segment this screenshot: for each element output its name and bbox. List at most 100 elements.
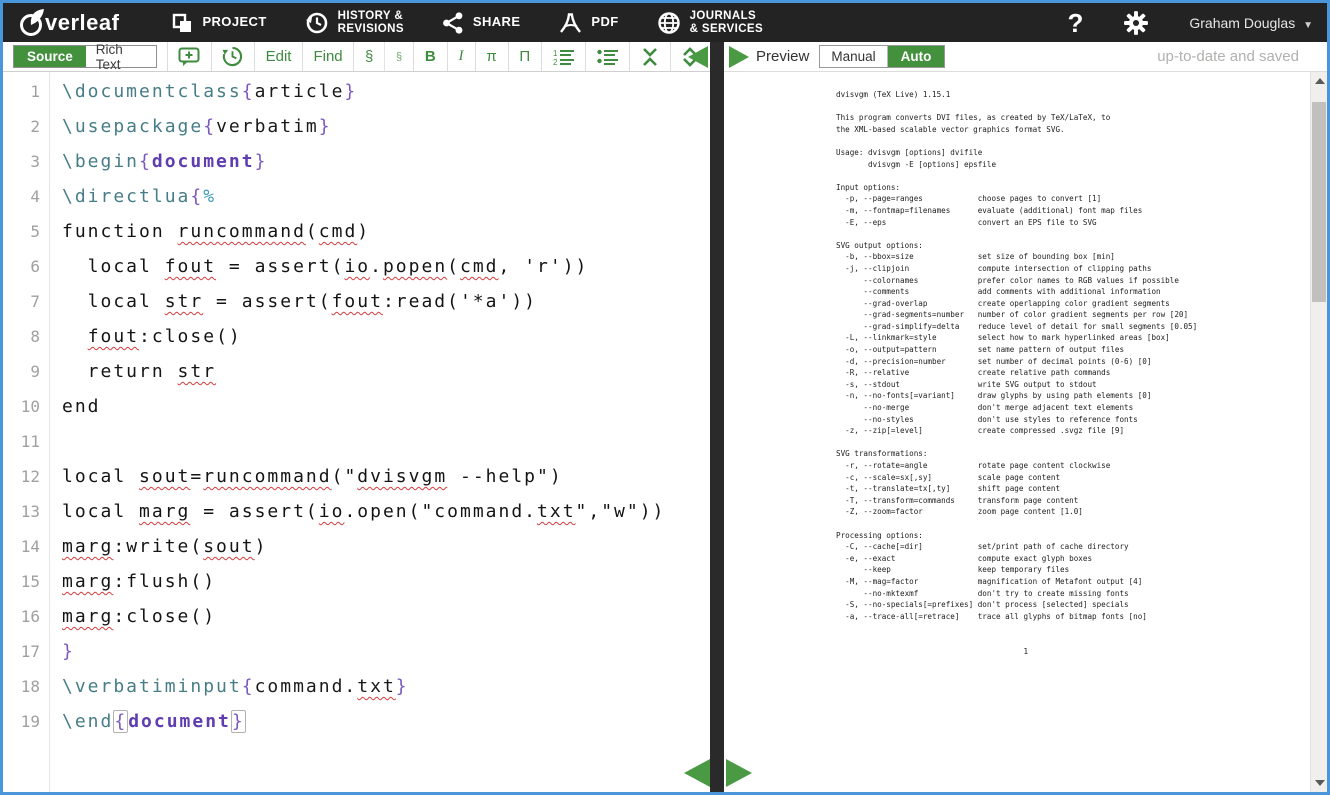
line-number: 3 — [3, 144, 40, 179]
line-number: 11 — [3, 424, 40, 459]
mode-toggle: Source Rich Text — [13, 45, 157, 68]
code-line[interactable]: return str — [62, 354, 710, 389]
line-number: 16 — [3, 599, 40, 634]
preview-label[interactable]: Preview — [756, 48, 809, 65]
line-number: 10 — [3, 389, 40, 424]
inline-math-button[interactable]: π — [475, 42, 508, 71]
section-button[interactable]: § — [353, 42, 384, 71]
comment-plus-icon — [178, 47, 200, 67]
history-icon — [305, 11, 329, 35]
menu-item-share[interactable]: SHARE — [442, 12, 521, 34]
auto-compile-button[interactable]: Auto — [888, 46, 945, 67]
svg-text:1: 1 — [553, 49, 558, 58]
manual-compile-button[interactable]: Manual — [820, 46, 887, 67]
line-number: 2 — [3, 109, 40, 144]
numbered-list-button[interactable]: 1 2 — [541, 42, 585, 71]
display-math-button[interactable]: Π — [508, 42, 541, 71]
menu-item-project[interactable]: PROJECT — [171, 13, 266, 33]
code-line[interactable]: \documentclass{article} — [62, 74, 710, 109]
code-line[interactable]: marg:write(sout) — [62, 529, 710, 564]
collapse-editor-arrow-bottom[interactable] — [684, 759, 710, 787]
bold-button[interactable]: B — [413, 42, 446, 71]
pdf-text: dvisvgm (TeX Live) 1.15.1 This program c… — [836, 89, 1327, 657]
save-status: up-to-date and saved — [1157, 48, 1299, 65]
rich-text-tab[interactable]: Rich Text — [86, 46, 156, 67]
code-line[interactable]: end — [62, 389, 710, 424]
italic-button[interactable]: I — [447, 42, 475, 71]
pdf-preview: dvisvgm (TeX Live) 1.15.1 This program c… — [724, 72, 1327, 792]
line-number: 12 — [3, 459, 40, 494]
top-header: verleaf PROJECT HISTORY & REVI — [3, 3, 1327, 42]
code-line[interactable]: marg:close() — [62, 599, 710, 634]
line-number: 5 — [3, 214, 40, 249]
menu-item-journals-services[interactable]: JOURNALS & SERVICES — [657, 10, 763, 35]
header-right: ? Graham Douglas ▼ — [1067, 10, 1313, 36]
project-icon — [171, 13, 193, 33]
code-line[interactable]: \verbatiminput{command.txt} — [62, 669, 710, 704]
preview-scrollbar[interactable] — [1310, 72, 1327, 792]
numbered-list-icon: 1 2 — [553, 48, 575, 66]
preview-pane: Preview Manual Auto up-to-date and saved… — [724, 42, 1327, 792]
track-changes-button[interactable] — [211, 42, 254, 71]
editor-toolbar: Source Rich Text — [3, 42, 710, 72]
line-number: 7 — [3, 284, 40, 319]
menu-label: PDF — [591, 15, 618, 29]
code-line[interactable]: local str = assert(fout:read('*a')) — [62, 284, 710, 319]
menu-label: PROJECT — [202, 15, 266, 29]
line-number: 17 — [3, 634, 40, 669]
line-number-gutter: 12345678910111213141516171819 — [3, 72, 50, 792]
user-name: Graham Douglas — [1189, 15, 1295, 31]
menu-item-history-revisions[interactable]: HISTORY & REVISIONS — [305, 10, 404, 35]
code-line[interactable]: function runcommand(cmd) — [62, 214, 710, 249]
code-line[interactable]: local marg = assert(io.open("command.txt… — [62, 494, 710, 529]
code-line[interactable]: \end{document} — [62, 704, 710, 739]
code-line[interactable]: } — [62, 634, 710, 669]
scrollbar-thumb[interactable] — [1312, 102, 1326, 302]
bullet-list-icon — [597, 48, 619, 66]
logo-text: verleaf — [45, 10, 119, 36]
subsection-button[interactable]: § — [384, 42, 413, 71]
code-line[interactable]: fout:close() — [62, 319, 710, 354]
code-area: 12345678910111213141516171819 \documentc… — [3, 72, 710, 792]
svg-text:2: 2 — [553, 58, 558, 66]
bullet-list-button[interactable] — [585, 42, 629, 71]
line-number: 6 — [3, 249, 40, 284]
code-line[interactable]: \directlua{% — [62, 179, 710, 214]
line-number: 15 — [3, 564, 40, 599]
code-line[interactable]: \begin{document} — [62, 144, 710, 179]
code-lines[interactable]: \documentclass{article}\usepackage{verba… — [50, 72, 710, 792]
menu-item-pdf[interactable]: PDF — [558, 12, 618, 34]
edit-menu-button[interactable]: Edit — [254, 42, 302, 71]
collapse-section-button[interactable] — [629, 42, 669, 71]
code-line[interactable]: local sout=runcommand("dvisvgm --help") — [62, 459, 710, 494]
compile-mode-toggle: Manual Auto — [819, 45, 945, 68]
line-number: 14 — [3, 529, 40, 564]
code-line[interactable]: \usepackage{verbatim} — [62, 109, 710, 144]
scroll-down-arrow[interactable] — [1315, 780, 1325, 786]
help-button[interactable]: ? — [1067, 10, 1083, 36]
add-comment-button[interactable] — [167, 42, 211, 71]
line-number: 13 — [3, 494, 40, 529]
header-menu: PROJECT HISTORY & REVISIONS — [171, 10, 763, 35]
gear-icon[interactable] — [1123, 10, 1149, 36]
scroll-up-arrow[interactable] — [1315, 78, 1325, 84]
expand-preview-arrow-bottom[interactable] — [726, 759, 752, 787]
history-clock-icon — [222, 46, 243, 67]
line-number: 9 — [3, 354, 40, 389]
preview-toolbar: Preview Manual Auto up-to-date and saved — [724, 42, 1327, 72]
find-button[interactable]: Find — [302, 42, 353, 71]
code-line[interactable] — [62, 424, 710, 459]
line-number: 1 — [3, 74, 40, 109]
share-icon — [442, 12, 464, 34]
code-line[interactable]: marg:flush() — [62, 564, 710, 599]
collapse-editor-arrow[interactable] — [688, 46, 708, 68]
chevron-down-icon: ▼ — [1303, 20, 1313, 31]
menu-label: SHARE — [473, 15, 521, 29]
code-line[interactable]: local fout = assert(io.popen(cmd, 'r')) — [62, 249, 710, 284]
overleaf-logo[interactable]: verleaf — [17, 8, 119, 38]
pane-divider[interactable] — [710, 42, 724, 792]
user-menu[interactable]: Graham Douglas ▼ — [1189, 15, 1313, 31]
source-tab[interactable]: Source — [14, 46, 86, 67]
expand-preview-arrow[interactable] — [729, 46, 749, 68]
overleaf-leaf-icon — [17, 8, 47, 38]
